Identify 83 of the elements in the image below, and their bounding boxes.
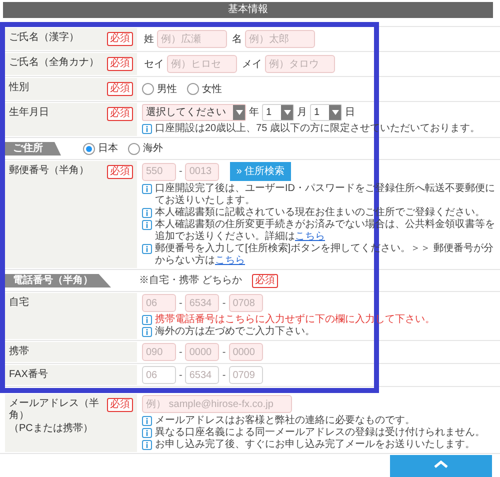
- input-field[interactable]: 0708: [228, 294, 263, 312]
- note-text: 口座開設は20歳以上、75 歳以下の方に限定させていただいております。: [155, 123, 480, 135]
- field-prefix: メイ: [242, 58, 262, 72]
- date-unit: 月: [297, 106, 307, 120]
- separator-text: -: [179, 368, 182, 382]
- caret-icon: [332, 110, 338, 115]
- detail-link[interactable]: こちら: [295, 231, 325, 242]
- input-field[interactable]: 06: [142, 294, 176, 312]
- field-sublabel: （PCまたは携帯）: [9, 423, 94, 435]
- input-field[interactable]: 例）広瀬: [157, 30, 227, 48]
- info-icon: [142, 124, 152, 134]
- note-text: お申し込み完了後、すぐにお申し込み完了メールをお送りいたします。: [155, 439, 475, 451]
- separator-text: -: [222, 346, 226, 360]
- separator-text: -: [179, 296, 182, 310]
- input-field[interactable]: 550: [142, 162, 176, 180]
- note-text: 海外の方は左づめでご入力下さい。: [155, 326, 315, 338]
- input-field[interactable]: 6534: [185, 366, 220, 384]
- info-icon: [142, 244, 152, 254]
- field-label: メールアドレス（半角）: [9, 398, 100, 422]
- field-label: 性別: [9, 82, 29, 94]
- required-badge: 必須: [107, 107, 133, 121]
- radio-label: 日本: [98, 142, 118, 156]
- separator-text: -: [222, 368, 226, 382]
- caret-icon: [236, 110, 242, 115]
- section-heading: ご住所: [5, 142, 61, 156]
- section-heading: 電話番号（半角）: [5, 274, 111, 288]
- field-label: ご氏名（漢字）: [9, 32, 79, 44]
- radio-button[interactable]: [142, 83, 154, 95]
- radio-label: 海外: [143, 142, 163, 156]
- required-badge: 必須: [107, 57, 133, 71]
- section-note: ※自宅・携帯 どちらか: [139, 274, 242, 288]
- required-badge: 必須: [107, 165, 133, 179]
- info-icon: [142, 416, 152, 426]
- info-icon: [142, 440, 152, 450]
- input-field[interactable]: 例） sample@hirose-fx.co.jp: [142, 395, 292, 413]
- info-icon: [142, 208, 152, 218]
- radio-button[interactable]: [83, 142, 95, 154]
- note-text: 異なる口座名義による同一メールアドレスの登録は受け付けられません。: [155, 427, 485, 438]
- radio-button[interactable]: [187, 83, 199, 95]
- required-badge: 必須: [107, 398, 133, 412]
- info-icon: [142, 327, 152, 337]
- field-label: 自宅: [9, 297, 29, 309]
- separator-text: -: [179, 346, 182, 360]
- caret-icon: [284, 110, 290, 115]
- input-field[interactable]: 0709: [228, 366, 263, 384]
- required-badge: 必須: [252, 274, 278, 288]
- date-unit: 年: [249, 106, 259, 120]
- input-field[interactable]: 0000: [185, 343, 220, 361]
- select-dropdown[interactable]: 選択してください: [142, 104, 246, 121]
- note-text: メールアドレスはお客様と弊社の連絡に必要なものです。: [155, 415, 415, 426]
- input-field[interactable]: 0000: [228, 343, 263, 361]
- input-field[interactable]: 例）太郎: [245, 30, 315, 48]
- detail-link[interactable]: こちら: [215, 255, 245, 266]
- radio-button[interactable]: [128, 142, 140, 154]
- field-prefix: セイ: [144, 58, 164, 72]
- info-icon: [142, 220, 152, 230]
- required-badge: 必須: [107, 82, 133, 96]
- select-dropdown[interactable]: 1: [310, 104, 342, 121]
- field-label: 携帯: [9, 346, 29, 358]
- field-prefix: 姓: [144, 32, 154, 46]
- select-dropdown[interactable]: 1: [262, 104, 294, 121]
- input-field[interactable]: 0013: [185, 162, 220, 180]
- info-icon: [142, 428, 152, 438]
- separator-text: -: [222, 296, 226, 310]
- separator-text: -: [179, 165, 182, 179]
- chevron-up-icon: [434, 460, 448, 468]
- section-title-bar: 基本情報: [3, 2, 493, 18]
- field-label: 生年月日: [9, 107, 49, 119]
- info-icon: [142, 184, 152, 194]
- field-prefix: 名: [232, 32, 242, 46]
- info-icon: [142, 315, 152, 325]
- input-field[interactable]: 例）タロウ: [265, 55, 335, 73]
- input-field[interactable]: 06: [142, 366, 176, 384]
- input-field[interactable]: 090: [142, 343, 176, 361]
- field-label: 郵便番号（半角）: [9, 165, 89, 177]
- radio-label: 男性: [157, 82, 177, 96]
- radio-label: 女性: [202, 82, 222, 96]
- field-label: ご氏名（全角カナ）: [9, 57, 99, 69]
- input-field[interactable]: 6534: [185, 294, 220, 312]
- field-label: FAX番号: [9, 369, 48, 381]
- required-badge: 必須: [107, 32, 133, 46]
- input-field[interactable]: 例）ヒロセ: [167, 55, 237, 73]
- date-unit: 日: [345, 106, 355, 120]
